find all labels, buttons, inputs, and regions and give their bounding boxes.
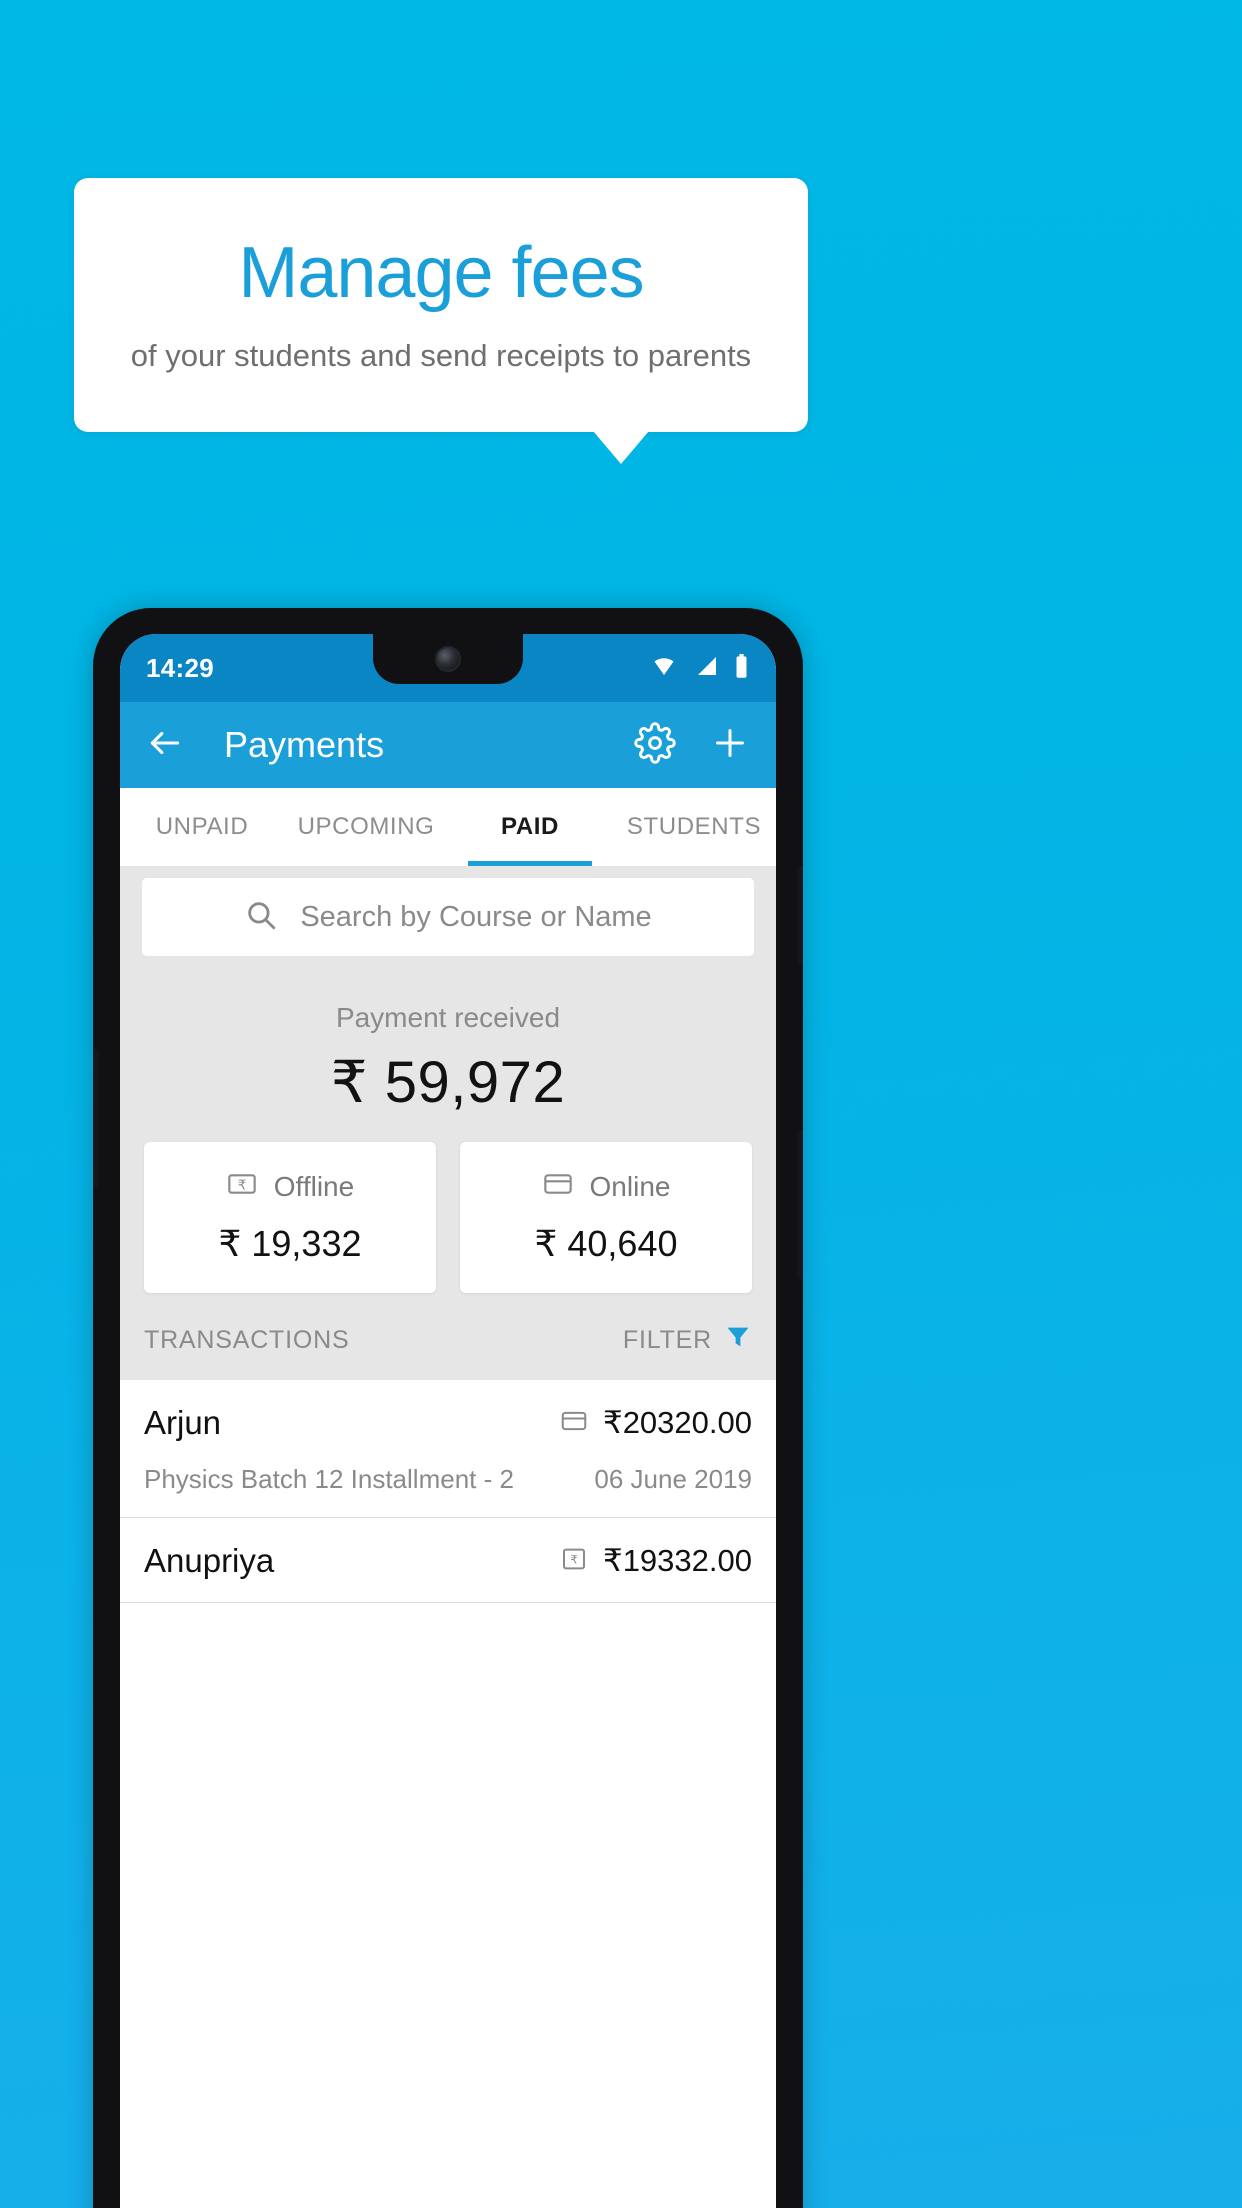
phone-notch [373, 634, 523, 684]
online-card-head: Online [460, 1168, 752, 1205]
svg-text:₹: ₹ [570, 1554, 577, 1566]
battery-icon [733, 653, 750, 684]
screen-content: Search by Course or Name Payment receive… [120, 866, 776, 1603]
phone-volume-button [93, 1048, 99, 1188]
svg-text:₹: ₹ [238, 1177, 246, 1192]
credit-card-icon [542, 1168, 574, 1205]
filter-button[interactable]: FILTER [623, 1323, 752, 1358]
cash-receipt-icon: ₹ [226, 1168, 258, 1205]
search-placeholder: Search by Course or Name [300, 900, 652, 933]
table-row[interactable]: Anupriya ₹ ₹19332.00 [120, 1518, 776, 1603]
phone-side-button [797, 1130, 803, 1280]
payment-summary: Payment received ₹ 59,972 [120, 956, 776, 1134]
front-camera [435, 646, 461, 672]
table-row[interactable]: Arjun ₹20320.00 Physics Batch 12 Install… [120, 1380, 776, 1518]
page-title: Payments [224, 724, 385, 765]
tab-students[interactable]: STUDENTS [612, 788, 776, 866]
transaction-amount-group: ₹ ₹19332.00 [559, 1543, 752, 1579]
app-bar: Payments [120, 702, 776, 788]
promo-bubble-tail [593, 431, 649, 464]
promo-subtitle: of your students and send receipts to pa… [130, 337, 752, 373]
online-amount: ₹ 40,640 [534, 1223, 678, 1264]
promo-card: Manage fees of your students and send re… [74, 178, 808, 432]
offline-amount: ₹ 19,332 [218, 1223, 362, 1264]
transaction-name: Arjun [144, 1404, 222, 1441]
payment-received-label: Payment received [335, 1002, 561, 1033]
payment-received-amount: ₹ 59,972 [330, 1050, 566, 1115]
offline-label: Offline [273, 1170, 355, 1202]
transactions-list: Arjun ₹20320.00 Physics Batch 12 Install… [120, 1380, 776, 1603]
transaction-secondary-line: Physics Batch 12 Installment - 2 06 June… [144, 1464, 752, 1495]
filter-label: FILTER [622, 1326, 712, 1354]
tab-paid[interactable]: PAID [448, 788, 612, 866]
transaction-amount-group: ₹20320.00 [559, 1405, 752, 1441]
signal-icon [693, 654, 719, 683]
search-input[interactable]: Search by Course or Name [142, 878, 754, 956]
tab-upcoming[interactable]: UPCOMING [284, 788, 448, 866]
cash-receipt-icon: ₹ [559, 1544, 589, 1579]
transaction-amount: ₹19332.00 [602, 1543, 752, 1578]
offline-payment-card[interactable]: ₹ Offline ₹ 19,332 [144, 1142, 436, 1293]
credit-card-icon [559, 1406, 589, 1441]
search-section: Search by Course or Name [120, 866, 776, 956]
app-bar-actions [634, 721, 750, 769]
phone-screen: 14:29 Payments UNPAID UPCOMING PAID STUD… [120, 634, 776, 2208]
online-label: Online [589, 1170, 671, 1202]
transaction-name: Anupriya [144, 1542, 275, 1579]
search-icon [244, 898, 278, 937]
plus-icon[interactable] [710, 723, 750, 768]
status-bar-icons [649, 653, 750, 684]
status-bar-time: 14:29 [146, 652, 214, 683]
back-arrow-icon[interactable] [146, 724, 184, 767]
transaction-primary-line: Arjun ₹20320.00 [144, 1404, 752, 1442]
phone-mockup: 14:29 Payments UNPAID UPCOMING PAID STUD… [93, 608, 803, 2208]
transaction-description: Physics Batch 12 Installment - 2 [144, 1464, 514, 1494]
status-bar: 14:29 [120, 634, 776, 702]
tab-bar: UNPAID UPCOMING PAID STUDENTS [120, 788, 776, 866]
transaction-date: 06 June 2019 [594, 1464, 752, 1494]
wifi-icon [649, 654, 679, 683]
transactions-title: TRANSACTIONS [144, 1326, 350, 1354]
payment-methods: ₹ Offline ₹ 19,332 Online ₹ 40,640 [120, 1134, 776, 1293]
gear-icon[interactable] [634, 721, 676, 769]
transaction-amount: ₹20320.00 [602, 1405, 752, 1440]
funnel-icon [724, 1323, 752, 1358]
offline-card-head: ₹ Offline [144, 1168, 436, 1205]
transaction-primary-line: Anupriya ₹ ₹19332.00 [144, 1542, 752, 1580]
transactions-header: TRANSACTIONS FILTER [120, 1293, 776, 1380]
promo-title: Manage fees [238, 233, 644, 314]
phone-power-button [797, 866, 803, 964]
tab-unpaid[interactable]: UNPAID [120, 788, 284, 866]
online-payment-card[interactable]: Online ₹ 40,640 [460, 1142, 752, 1293]
